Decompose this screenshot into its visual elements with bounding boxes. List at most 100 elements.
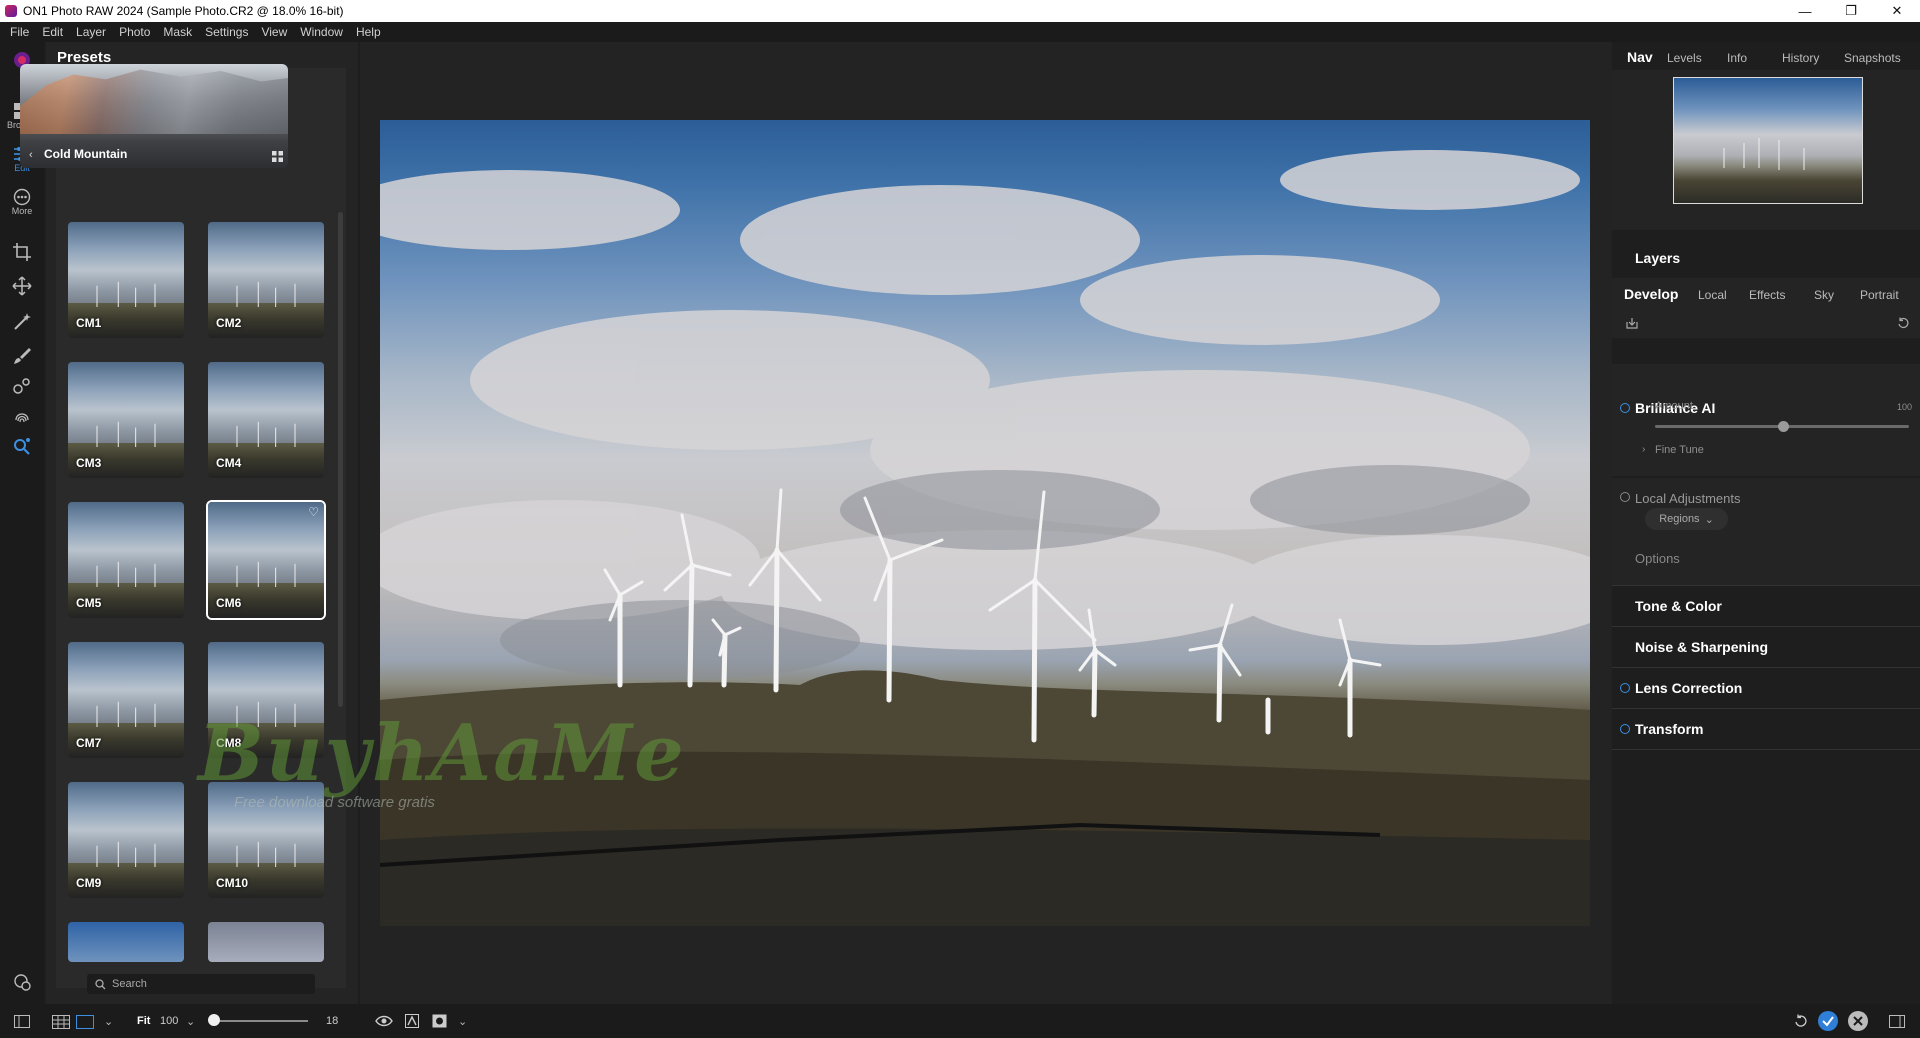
amount-slider-handle[interactable] (1778, 421, 1789, 432)
tab-nav[interactable]: Nav (1627, 49, 1653, 65)
menu-window[interactable]: Window (300, 25, 343, 39)
preset-thumb-partial[interactable] (206, 920, 326, 964)
menu-layer[interactable]: Layer (76, 25, 106, 39)
tab-portrait[interactable]: Portrait (1860, 288, 1899, 302)
view-mode-chevron-icon[interactable]: ⌄ (104, 1004, 113, 1038)
grid-view-icon[interactable] (272, 151, 283, 162)
menu-file[interactable]: File (10, 25, 29, 39)
tone-color-section[interactable]: Tone & Color (1612, 586, 1920, 627)
menu-settings[interactable]: Settings (205, 25, 248, 39)
window-title: ON1 Photo RAW 2024 (Sample Photo.CR2 @ 1… (23, 4, 344, 18)
preset-name: CM5 (76, 596, 102, 610)
search-placeholder: Search (112, 978, 147, 990)
preset-thumb[interactable]: CM9 (66, 780, 186, 900)
preset-name: CM6 (216, 596, 242, 610)
magic-wand-icon[interactable] (0, 312, 44, 332)
save-preset-icon[interactable] (1626, 317, 1638, 329)
noise-sharpening-title: Noise & Sharpening (1635, 639, 1769, 655)
move-tool-icon[interactable] (0, 276, 44, 296)
search-zoom-tool-icon[interactable] (0, 436, 44, 456)
toggle-left-panel-icon[interactable] (14, 1015, 30, 1028)
grid-view-icon[interactable] (52, 1015, 70, 1029)
zoom-chevron-icon[interactable]: ⌄ (186, 1004, 195, 1038)
preset-thumb[interactable]: CM10 (206, 780, 326, 900)
extras-icon[interactable] (0, 972, 44, 992)
mask-view-chevron-icon[interactable]: ⌄ (458, 1004, 467, 1038)
preset-thumb[interactable]: CM4 (206, 360, 326, 480)
back-chevron-icon[interactable]: ‹ (29, 149, 33, 161)
menu-photo[interactable]: Photo (119, 25, 150, 39)
portrait-tool-icon[interactable] (0, 406, 44, 426)
preset-thumb[interactable]: CM3 (66, 360, 186, 480)
preset-thumb[interactable]: CM8 (206, 640, 326, 760)
nav-tabs: Nav Levels Info History Snapshots (1612, 42, 1920, 70)
preset-thumb-partial[interactable] (66, 920, 186, 964)
tab-sky[interactable]: Sky (1814, 288, 1834, 302)
single-view-icon[interactable] (76, 1015, 94, 1029)
preview-eye-icon[interactable] (375, 1015, 393, 1027)
undo-icon[interactable] (1794, 1014, 1808, 1028)
preset-thumb[interactable]: CM5 (66, 500, 186, 620)
crop-tool-icon[interactable] (0, 242, 44, 262)
main-photo[interactable] (380, 120, 1590, 926)
favorite-heart-icon[interactable]: ♡ (308, 505, 319, 519)
right-panel: Nav Levels Info History Snapshots Layers… (1612, 42, 1920, 1004)
regions-label: Regions (1659, 513, 1700, 525)
menu-help[interactable]: Help (356, 25, 381, 39)
rail-more[interactable]: More (0, 188, 44, 216)
brush-tool-icon[interactable] (0, 346, 44, 366)
transform-toggle-icon[interactable] (1620, 724, 1630, 734)
tab-history[interactable]: History (1782, 51, 1819, 65)
amount-label: Amount (1655, 400, 1693, 412)
cancel-x-icon[interactable] (1848, 1011, 1868, 1031)
lens-correction-toggle-icon[interactable] (1620, 683, 1630, 693)
thumbnail-size-handle[interactable] (208, 1014, 220, 1026)
restore-button[interactable]: ❐ (1828, 0, 1874, 22)
toggle-right-panel-icon[interactable] (1889, 1015, 1905, 1028)
navigator-panel (1612, 70, 1920, 230)
transform-title: Transform (1635, 721, 1704, 737)
presets-search-input[interactable]: Search (87, 974, 315, 994)
preset-thumb[interactable]: CM2 (206, 220, 326, 340)
lens-correction-section[interactable]: Lens Correction (1612, 668, 1920, 709)
tab-levels[interactable]: Levels (1667, 51, 1702, 65)
close-button[interactable]: ✕ (1874, 0, 1920, 22)
preset-name: CM2 (216, 316, 242, 330)
preset-category-card[interactable]: ‹ Cold Mountain (20, 64, 288, 168)
fit-button[interactable]: Fit (137, 1004, 150, 1038)
menu-mask[interactable]: Mask (163, 25, 192, 39)
search-icon (95, 978, 106, 989)
apply-checkmark-icon[interactable] (1818, 1011, 1838, 1031)
minimize-button[interactable]: — (1782, 0, 1828, 22)
regions-dropdown[interactable]: Regions ⌄ (1645, 508, 1728, 530)
preset-thumb[interactable]: CM7 (66, 640, 186, 760)
fine-tune-chevron-icon[interactable]: › (1642, 444, 1645, 455)
menu-edit[interactable]: Edit (42, 25, 63, 39)
navigator-thumbnail[interactable] (1673, 77, 1863, 204)
preset-thumb[interactable]: CM1 (66, 220, 186, 340)
local-adjustments-toggle-icon[interactable] (1620, 492, 1630, 502)
tab-local[interactable]: Local (1698, 288, 1727, 302)
retouch-tool-icon[interactable] (0, 376, 44, 396)
tab-snapshots[interactable]: Snapshots (1844, 51, 1901, 65)
options-label[interactable]: Options (1635, 551, 1680, 566)
reset-icon[interactable] (1897, 317, 1909, 329)
tab-info[interactable]: Info (1727, 51, 1747, 65)
compare-icon[interactable] (405, 1014, 419, 1028)
preset-thumb-selected[interactable]: ♡ CM6 (206, 500, 326, 620)
noise-sharpening-section[interactable]: Noise & Sharpening (1612, 627, 1920, 668)
tab-effects[interactable]: Effects (1749, 288, 1785, 302)
presets-scrollbar[interactable] (338, 212, 343, 707)
fine-tune-label[interactable]: Fine Tune (1655, 444, 1704, 456)
preset-category-label: Cold Mountain (44, 147, 128, 161)
menu-view[interactable]: View (261, 25, 287, 39)
tab-develop[interactable]: Develop (1624, 286, 1678, 302)
brilliance-toggle-icon[interactable] (1620, 403, 1630, 413)
mountain-image (20, 69, 288, 134)
transform-section[interactable]: Transform (1612, 709, 1920, 750)
mask-view-icon[interactable] (432, 1014, 447, 1028)
thumbnail-size-slider[interactable] (213, 1020, 308, 1022)
zoom-percent[interactable]: 100 (160, 1004, 178, 1038)
preset-name: CM10 (216, 876, 249, 890)
layers-title: Layers (1635, 250, 1681, 266)
